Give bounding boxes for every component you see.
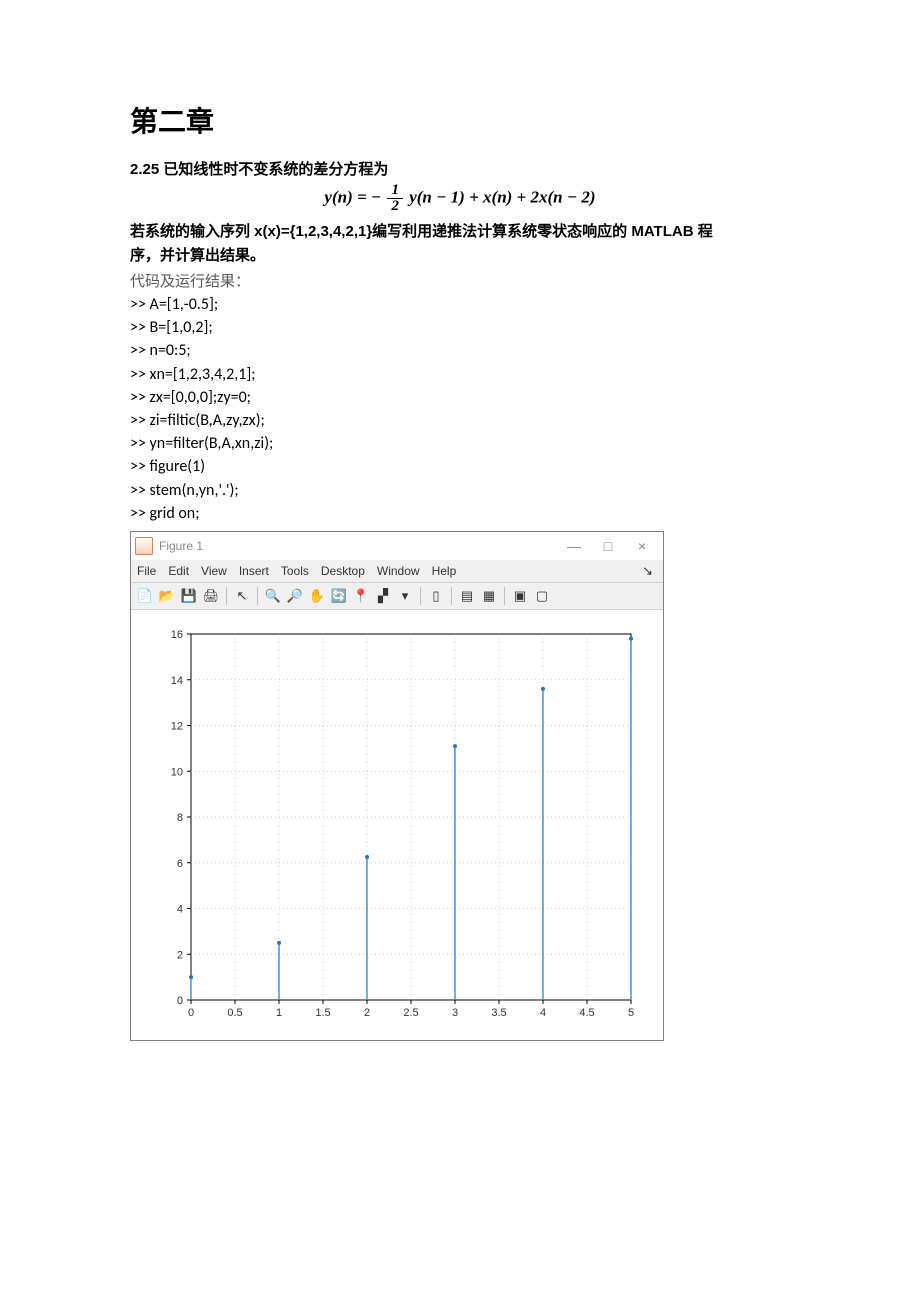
matlab-figure-icon — [135, 537, 153, 555]
svg-text:0: 0 — [188, 1007, 194, 1019]
menu-item[interactable]: File — [137, 564, 156, 578]
link-icon[interactable]: ▾ — [395, 586, 415, 606]
hide-tools-icon[interactable]: ▣ — [510, 586, 530, 606]
open-icon[interactable]: 📂 — [157, 586, 177, 606]
svg-text:5: 5 — [628, 1007, 634, 1019]
toolbar-separator — [226, 587, 227, 605]
problem-heading: 2.25 已知线性时不变系统的差分方程为 — [130, 158, 790, 179]
svg-text:1: 1 — [276, 1007, 282, 1019]
svg-text:3.5: 3.5 — [491, 1007, 506, 1019]
toolbar: 📄 📂 💾 🖨 ↖ 🔍 🔎 ✋ 🔄 📍 ▞ ▾ ▯ ▤ ▦ ▣ ▢ — [131, 583, 663, 610]
svg-text:1.5: 1.5 — [315, 1007, 330, 1019]
rotate-icon[interactable]: 🔄 — [329, 586, 349, 606]
svg-text:2: 2 — [364, 1007, 370, 1019]
menu-item[interactable]: Window — [377, 564, 420, 578]
matlab-code-block: >> A=[1,-0.5]; >> B=[1,0,2]; >> n=0:5; >… — [130, 293, 790, 525]
menu-overflow-icon[interactable]: ↘ — [642, 563, 653, 579]
svg-text:8: 8 — [177, 812, 183, 824]
close-button[interactable]: × — [625, 536, 659, 556]
svg-text:3: 3 — [452, 1007, 458, 1019]
formula-fraction: 1 2 — [387, 183, 403, 214]
svg-text:4: 4 — [177, 903, 183, 915]
new-figure-icon[interactable]: 📄 — [135, 586, 155, 606]
svg-text:4.5: 4.5 — [579, 1007, 594, 1019]
titlebar[interactable]: Figure 1 — □ × — [131, 532, 663, 560]
formula-denominator: 2 — [387, 199, 403, 214]
menu-item[interactable]: Desktop — [321, 564, 365, 578]
pan-icon[interactable]: ✋ — [307, 586, 327, 606]
svg-text:16: 16 — [171, 629, 183, 641]
menu-item[interactable]: Edit — [168, 564, 189, 578]
difference-equation: y(n) = − 1 2 y(n − 1) + x(n) + 2x(n − 2) — [130, 183, 790, 214]
maximize-button[interactable]: □ — [591, 536, 625, 556]
print-icon[interactable]: 🖨 — [201, 586, 221, 606]
svg-text:12: 12 — [171, 720, 183, 732]
insert-legend-icon[interactable]: ▤ — [457, 586, 477, 606]
show-tools-icon[interactable]: ▢ — [532, 586, 552, 606]
formula-numerator: 1 — [387, 183, 403, 199]
menu-item[interactable]: View — [201, 564, 227, 578]
formula-left: y(n) = − — [324, 187, 381, 206]
toolbar-separator — [504, 587, 505, 605]
toolbar-separator — [451, 587, 452, 605]
chapter-title: 第二章 — [130, 100, 790, 140]
toolbar-separator — [257, 587, 258, 605]
menu-bar: File Edit View Insert Tools Desktop Window Help… — [131, 560, 663, 583]
toolbar-separator — [420, 587, 421, 605]
zoom-in-icon[interactable]: 🔍 — [263, 586, 283, 606]
svg-text:0: 0 — [177, 995, 183, 1007]
menu-item[interactable]: Tools — [281, 564, 309, 578]
figure-window: Figure 1 — □ × File Edit View Insert Tools De… — [130, 531, 664, 1041]
svg-text:2.5: 2.5 — [403, 1007, 418, 1019]
svg-text:10: 10 — [171, 766, 183, 778]
document-page: 第二章 2.25 已知线性时不变系统的差分方程为 y(n) = − 1 2 y(… — [0, 0, 920, 1302]
svg-text:0.5: 0.5 — [227, 1007, 242, 1019]
code-subheading: 代码及运行结果： — [130, 270, 790, 291]
menu-item[interactable]: Help — [432, 564, 457, 578]
problem-description: 若系统的输入序列 x(x)={1,2,3,4,2,1}编写利用递推法计算系统零状… — [130, 220, 790, 268]
svg-text:14: 14 — [171, 675, 183, 687]
stem-chart: 0 0.5 1 1.5 2 2.5 3 3.5 4 4.5 5 0 2 4 6 8 10 12 14 16 — [131, 620, 651, 1030]
desc-line: 序，并计算出结果。 — [130, 247, 265, 264]
plot-area: 0 0.5 1 1.5 2 2.5 3 3.5 4 4.5 5 0 2 4 6 8 10 12 14 16 — [131, 610, 663, 1040]
minimize-button[interactable]: — — [557, 536, 591, 556]
brush-icon[interactable]: ▞ — [373, 586, 393, 606]
desc-line: 若系统的输入序列 x(x)={1,2,3,4,2,1}编写利用递推法计算系统零状… — [130, 223, 713, 240]
svg-text:2: 2 — [177, 949, 183, 961]
save-icon[interactable]: 💾 — [179, 586, 199, 606]
plot-tools-icon[interactable]: ▦ — [479, 586, 499, 606]
svg-text:4: 4 — [540, 1007, 546, 1019]
data-cursor-icon[interactable]: 📍 — [351, 586, 371, 606]
insert-colorbar-icon[interactable]: ▯ — [426, 586, 446, 606]
window-title: Figure 1 — [159, 539, 203, 553]
formula-right: y(n − 1) + x(n) + 2x(n − 2) — [409, 187, 595, 206]
menu-item[interactable]: Insert — [239, 564, 269, 578]
svg-text:6: 6 — [177, 858, 183, 870]
zoom-out-icon[interactable]: 🔎 — [285, 586, 305, 606]
pointer-icon[interactable]: ↖ — [232, 586, 252, 606]
